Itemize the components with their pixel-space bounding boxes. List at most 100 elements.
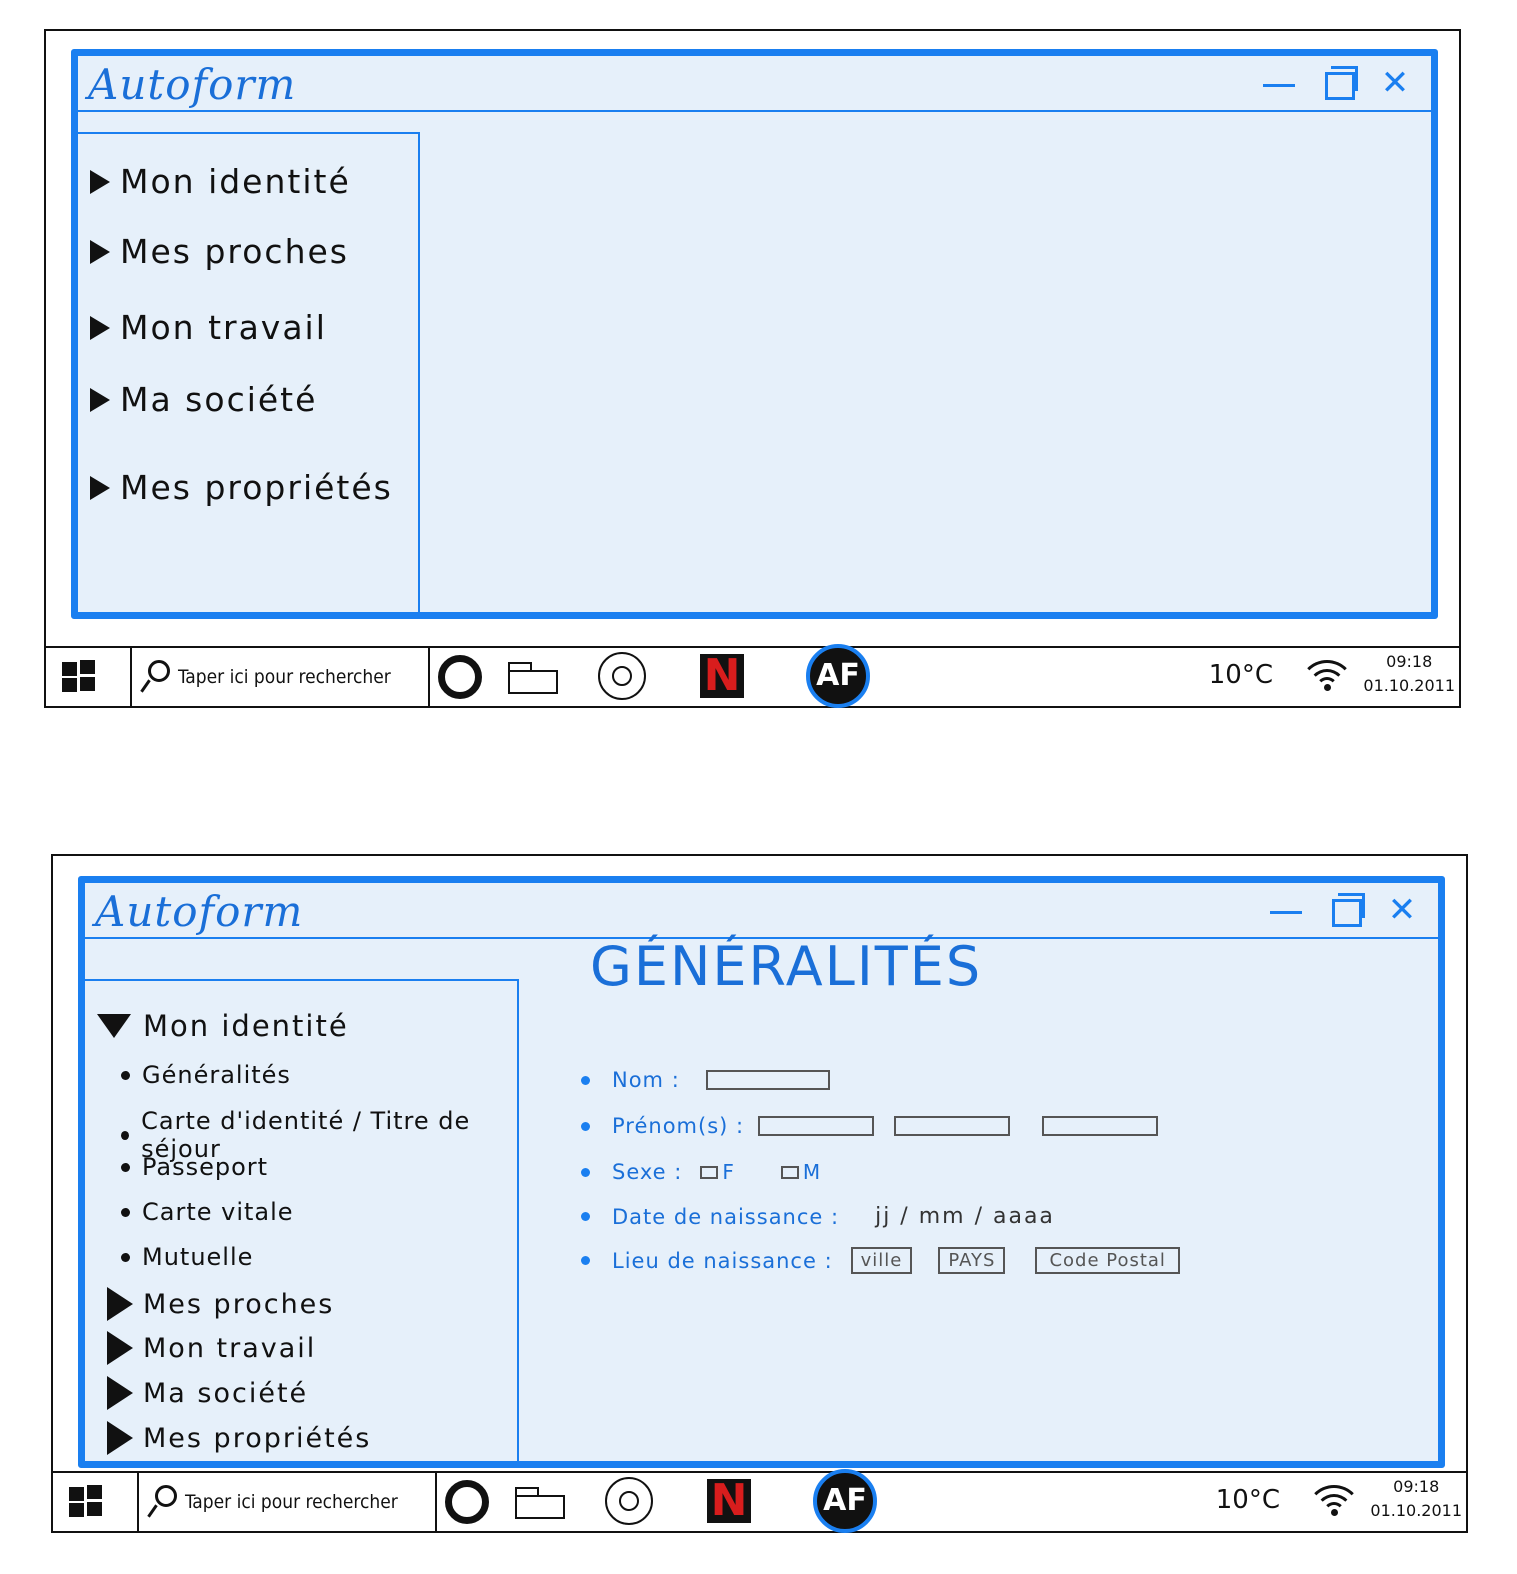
bullet-icon xyxy=(581,1075,590,1085)
prenom-input-2[interactable] xyxy=(894,1116,1011,1136)
prenom-input-1[interactable] xyxy=(758,1116,875,1136)
expand-arrow-icon xyxy=(90,315,110,340)
close-button[interactable]: ✕ xyxy=(1380,889,1424,931)
weather-temperature[interactable]: 10°C xyxy=(1209,660,1273,690)
maximize-button[interactable] xyxy=(1324,889,1368,931)
desktop-screen-1: Autoform ✕ Mon identité Mes proches Mon … xyxy=(44,29,1461,708)
sexe-f-checkbox[interactable] xyxy=(700,1165,719,1179)
sub-item-label: Mutuelle xyxy=(142,1243,254,1271)
nav-item-label: Ma société xyxy=(120,380,318,419)
netflix-icon[interactable]: N xyxy=(707,1479,751,1523)
taskbar: Taper ici pour rechercher N AF 10°C 09:1… xyxy=(53,1469,1466,1533)
clock-date: 01.10.2011 xyxy=(1363,676,1455,695)
form-row-nom: Nom : xyxy=(581,1068,830,1092)
expand-arrow-icon xyxy=(90,169,110,194)
collapse-arrow-icon xyxy=(97,1014,131,1038)
nav-item-mon-travail[interactable]: Mon travail xyxy=(90,308,327,347)
desktop-screen-2: Autoform ✕ GÉNÉRALITÉS Mon identité Géné… xyxy=(51,854,1468,1533)
nav-item-label: Mon travail xyxy=(120,308,327,347)
nav-item-mes-proches[interactable]: Mes proches xyxy=(90,232,349,271)
nav-item-mon-identite[interactable]: Mon identité xyxy=(90,162,351,201)
weather-temperature[interactable]: 10°C xyxy=(1216,1485,1280,1515)
date-naissance-input[interactable]: jj / mm / aaaa xyxy=(875,1204,1055,1229)
nav-item-mon-travail[interactable]: Mon travail xyxy=(107,1331,316,1365)
nav-item-mes-proches[interactable]: Mes proches xyxy=(107,1287,334,1321)
bullet-icon xyxy=(121,1130,130,1140)
expand-arrow-icon xyxy=(107,1376,133,1410)
bullet-icon xyxy=(581,1256,590,1265)
sidebar-nav: Mon identité Mes proches Mon travail Ma … xyxy=(78,132,420,612)
taskbar-search[interactable]: Taper ici pour rechercher xyxy=(130,648,430,706)
sub-item-carte-vitale[interactable]: Carte vitale xyxy=(121,1198,294,1226)
nav-item-mon-identite[interactable]: Mon identité xyxy=(97,1009,349,1043)
start-button[interactable] xyxy=(46,648,132,706)
sub-item-generalites[interactable]: Généralités xyxy=(121,1061,291,1089)
nav-item-label: Mon identité xyxy=(143,1009,349,1043)
autoform-app-icon[interactable]: AF xyxy=(813,1469,877,1533)
clock-date: 01.10.2011 xyxy=(1370,1501,1462,1520)
expand-arrow-icon xyxy=(90,387,110,412)
sub-item-mutuelle[interactable]: Mutuelle xyxy=(121,1243,253,1271)
cortana-icon[interactable] xyxy=(438,655,482,699)
lieu-naissance-label: Lieu de naissance : xyxy=(612,1248,833,1273)
autoform-app-icon[interactable]: AF xyxy=(806,644,870,708)
netflix-icon[interactable]: N xyxy=(700,654,744,698)
nav-item-mes-proprietes[interactable]: Mes propriétés xyxy=(107,1421,371,1455)
maximize-icon xyxy=(1332,899,1362,927)
nav-item-ma-societe[interactable]: Ma société xyxy=(90,380,317,419)
form-row-date-naissance: Date de naissance : jj / mm / aaaa xyxy=(581,1204,1055,1229)
bullet-icon xyxy=(121,1162,130,1172)
file-explorer-icon[interactable] xyxy=(515,1487,565,1519)
ville-input[interactable]: ville xyxy=(850,1247,913,1274)
bullet-icon xyxy=(581,1167,590,1177)
nom-input[interactable] xyxy=(705,1070,830,1090)
sub-item-passeport[interactable]: Passeport xyxy=(121,1153,268,1181)
search-placeholder: Taper ici pour rechercher xyxy=(178,666,391,688)
minimize-icon xyxy=(1270,911,1302,914)
start-button[interactable] xyxy=(53,1473,139,1531)
taskbar: Taper ici pour rechercher N AF 10°C 09:1… xyxy=(46,644,1459,708)
nav-item-label: Mon travail xyxy=(143,1332,317,1364)
file-explorer-icon[interactable] xyxy=(508,662,558,694)
app-window: Autoform ✕ Mon identité Mes proches Mon … xyxy=(71,49,1438,619)
app-title: Autoform xyxy=(88,60,297,109)
form-row-sexe: Sexe : F M xyxy=(581,1160,821,1184)
expand-arrow-icon xyxy=(107,1331,133,1365)
pays-input[interactable]: PAYS xyxy=(938,1247,1006,1274)
form-row-prenom: Prénom(s) : xyxy=(581,1114,1159,1138)
clock[interactable]: 09:18 01.10.2011 xyxy=(1363,650,1455,698)
minimize-icon xyxy=(1263,84,1295,87)
code-postal-input[interactable]: Code Postal xyxy=(1035,1247,1180,1274)
nav-item-mes-proprietes[interactable]: Mes propriétés xyxy=(90,468,393,507)
minimize-button[interactable] xyxy=(1264,889,1308,931)
sexe-m-checkbox[interactable] xyxy=(780,1165,799,1179)
wifi-icon[interactable] xyxy=(1299,658,1355,692)
close-button[interactable]: ✕ xyxy=(1373,62,1417,104)
nav-item-label: Mes proches xyxy=(120,232,349,271)
sexe-f-label: F xyxy=(722,1160,735,1184)
media-player-icon[interactable] xyxy=(605,1477,653,1525)
maximize-button[interactable] xyxy=(1317,62,1361,104)
search-placeholder: Taper ici pour rechercher xyxy=(185,1491,398,1513)
clock[interactable]: 09:18 01.10.2011 xyxy=(1370,1475,1462,1523)
nom-label: Nom : xyxy=(612,1068,680,1092)
sidebar-nav: Mon identité Généralités Carte d'identit… xyxy=(85,979,519,1461)
prenom-label: Prénom(s) : xyxy=(612,1114,745,1138)
search-icon xyxy=(147,1485,177,1519)
sexe-label: Sexe : xyxy=(612,1160,683,1184)
nav-item-label: Mes proches xyxy=(143,1288,335,1320)
prenom-input-3[interactable] xyxy=(1042,1116,1159,1136)
app-title: Autoform xyxy=(95,887,304,936)
nav-item-ma-societe[interactable]: Ma société xyxy=(107,1376,308,1410)
search-icon xyxy=(140,660,170,694)
media-player-icon[interactable] xyxy=(598,652,646,700)
cortana-icon[interactable] xyxy=(445,1480,489,1524)
minimize-button[interactable] xyxy=(1257,62,1301,104)
title-bar: Autoform ✕ xyxy=(85,883,1438,939)
maximize-icon xyxy=(1325,72,1355,100)
taskbar-search[interactable]: Taper ici pour rechercher xyxy=(137,1473,437,1531)
sub-item-label: Généralités xyxy=(142,1061,291,1089)
wifi-icon[interactable] xyxy=(1306,1483,1362,1517)
bullet-icon xyxy=(581,1121,590,1131)
nav-item-label: Mes propriétés xyxy=(143,1422,372,1454)
